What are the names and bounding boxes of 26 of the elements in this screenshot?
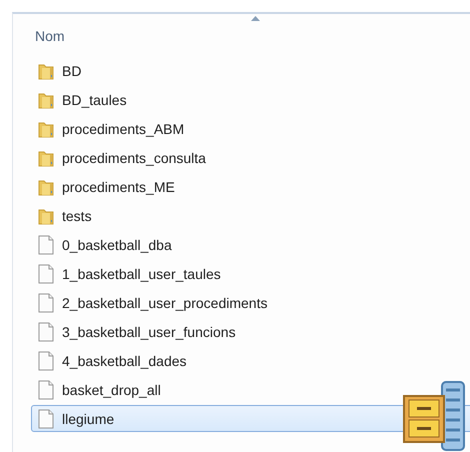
folder-icon xyxy=(38,178,54,196)
folder-icon xyxy=(38,148,54,166)
document-icon xyxy=(38,350,54,370)
document-icon xyxy=(38,234,54,254)
file-list-item[interactable]: procediments_consulta xyxy=(31,144,470,171)
file-list-item[interactable]: basket_drop_all xyxy=(31,376,470,403)
document-icon xyxy=(38,322,54,342)
column-header[interactable]: Nom xyxy=(13,14,470,57)
file-list-item[interactable]: tests xyxy=(31,202,470,229)
document-icon xyxy=(38,380,54,400)
file-list-item[interactable]: BD_taules xyxy=(31,86,470,113)
folder-icon xyxy=(38,90,54,108)
file-list-item[interactable]: procediments_ABM xyxy=(31,115,470,142)
folder-icon xyxy=(38,206,54,224)
file-list-item[interactable]: procediments_ME xyxy=(31,173,470,200)
file-list-item[interactable]: 3_basketball_user_funcions xyxy=(31,318,470,345)
file-list-item[interactable]: 2_basketball_user_procediments xyxy=(31,289,470,316)
document-icon xyxy=(38,264,54,284)
folder-icon xyxy=(38,62,54,80)
document-icon xyxy=(38,292,54,312)
file-list-item[interactable]: 4_basketball_dades xyxy=(31,347,470,374)
document-icon xyxy=(38,408,54,428)
file-list-item[interactable]: 0_basketball_dba xyxy=(31,231,470,258)
folder-icon xyxy=(38,120,54,138)
file-list-item[interactable]: BD xyxy=(31,57,470,84)
file-list-item[interactable]: 1_basketball_user_taules xyxy=(31,260,470,287)
